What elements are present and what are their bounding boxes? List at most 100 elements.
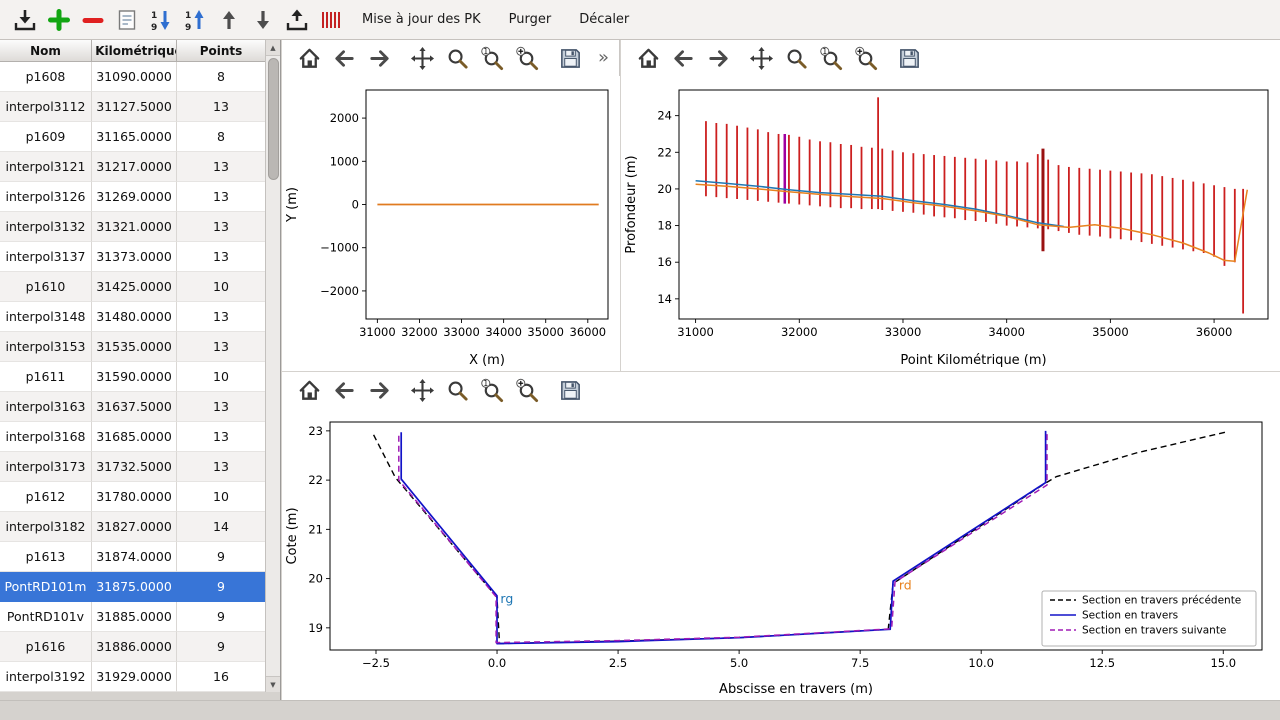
svg-text:rg: rg	[500, 591, 513, 606]
table-header: Nomt KilométriquePoints	[0, 40, 280, 62]
profile-plot-toolbar: 1	[621, 40, 1280, 76]
table-row[interactable]: p161631886.00009	[0, 632, 280, 662]
longitudinal-profile-plot[interactable]: 3100032000330003400035000360001416182022…	[621, 76, 1280, 371]
table-row[interactable]: interpol311231127.500013	[0, 92, 280, 122]
forward-icon[interactable]	[705, 45, 732, 72]
scroll-up-button[interactable]: ▲	[266, 40, 280, 56]
zoom-one-icon[interactable]: 1	[818, 45, 845, 72]
zoom-icon[interactable]	[444, 377, 471, 404]
remove-icon[interactable]	[80, 7, 106, 33]
zoom-one-icon[interactable]: 1	[479, 377, 506, 404]
toolbar-overflow-chevron[interactable]: »	[598, 49, 609, 67]
table-row[interactable]: interpol316331637.500013	[0, 392, 280, 422]
back-icon[interactable]	[670, 45, 697, 72]
cell-col-point-kilometrique: 31090.0000	[92, 62, 177, 92]
home-icon[interactable]	[635, 45, 662, 72]
column-header-col-nom[interactable]: Nom	[0, 40, 92, 62]
longitudinal-profile-panel: 1 31000320003300034000350003600014161820…	[621, 40, 1280, 371]
home-icon[interactable]	[296, 377, 323, 404]
export-icon[interactable]	[284, 7, 310, 33]
table-row[interactable]: PontRD101m31875.00009	[0, 572, 280, 602]
add-icon[interactable]	[46, 7, 72, 33]
table-row[interactable]: p161231780.000010	[0, 482, 280, 512]
cell-col-point-kilometrique: 31217.0000	[92, 152, 177, 182]
forward-icon[interactable]	[366, 377, 393, 404]
sort-descending-icon[interactable]: 19	[148, 7, 174, 33]
cell-col-point-kilometrique: 31373.0000	[92, 242, 177, 272]
cell-col-nom: interpol3173	[0, 452, 92, 482]
table-row[interactable]: p161131590.000010	[0, 362, 280, 392]
table-row[interactable]: interpol315331535.000013	[0, 332, 280, 362]
table-row[interactable]: PontRD101v31885.00009	[0, 602, 280, 632]
cell-col-point-kilometrique: 31685.0000	[92, 422, 177, 452]
svg-text:0.0: 0.0	[488, 656, 506, 670]
zoom-plus-icon[interactable]	[514, 377, 541, 404]
menu-decaler[interactable]: Décaler	[569, 8, 639, 31]
column-header-col-points[interactable]: Points	[177, 40, 266, 62]
zoom-icon[interactable]	[783, 45, 810, 72]
svg-text:5.0: 5.0	[730, 656, 748, 670]
cell-col-points: 10	[177, 362, 266, 392]
svg-text:1: 1	[185, 11, 191, 21]
table-row[interactable]: p160831090.00008	[0, 62, 280, 92]
table-row[interactable]: interpol318231827.000014	[0, 512, 280, 542]
menu-purger[interactable]: Purger	[499, 8, 562, 31]
zoom-plus-icon[interactable]	[853, 45, 880, 72]
table-row[interactable]: p161031425.000010	[0, 272, 280, 302]
svg-text:33000: 33000	[443, 325, 480, 339]
table-row[interactable]: interpol312631269.000013	[0, 182, 280, 212]
save-icon[interactable]	[557, 45, 584, 72]
svg-text:−2000: −2000	[320, 284, 359, 298]
table-row[interactable]: p160931165.00008	[0, 122, 280, 152]
svg-text:Section en travers: Section en travers	[1082, 610, 1178, 622]
sort-ascending-icon[interactable]: 19	[182, 7, 208, 33]
table-scrollbar[interactable]: ▲ ▼	[265, 40, 280, 692]
cell-col-nom: interpol3153	[0, 332, 92, 362]
cell-col-points: 13	[177, 152, 266, 182]
zoom-plus-icon[interactable]	[514, 45, 541, 72]
save-icon[interactable]	[557, 377, 584, 404]
svg-text:1: 1	[483, 379, 488, 388]
cell-col-point-kilometrique: 31480.0000	[92, 302, 177, 332]
table-row[interactable]: interpol313231321.000013	[0, 212, 280, 242]
import-icon[interactable]	[12, 7, 38, 33]
column-header-col-point-kilometrique[interactable]: t Kilométrique	[92, 40, 177, 62]
pan-icon[interactable]	[409, 377, 436, 404]
table-row[interactable]: interpol317331732.500013	[0, 452, 280, 482]
zoom-icon[interactable]	[444, 45, 471, 72]
cell-col-points: 14	[177, 512, 266, 542]
scroll-down-button[interactable]: ▼	[266, 676, 280, 692]
menu-mise-a-jour-des-pk[interactable]: Mise à jour des PK	[352, 8, 491, 31]
pan-icon[interactable]	[748, 45, 775, 72]
edit-form-icon[interactable]	[114, 7, 140, 33]
table-row[interactable]: interpol313731373.000013	[0, 242, 280, 272]
cell-col-nom: p1609	[0, 122, 92, 152]
cross-section-plot[interactable]: −2.50.02.55.07.510.012.515.01920212223Ab…	[282, 408, 1280, 700]
cell-col-points: 8	[177, 122, 266, 152]
cell-col-point-kilometrique: 31827.0000	[92, 512, 177, 542]
table-row[interactable]: interpol319231929.000016	[0, 662, 280, 692]
table-row[interactable]: p161331874.00009	[0, 542, 280, 572]
pan-icon[interactable]	[409, 45, 436, 72]
move-down-icon[interactable]	[250, 7, 276, 33]
cross-sections-icon[interactable]	[318, 7, 344, 33]
zoom-one-icon[interactable]: 1	[479, 45, 506, 72]
move-up-icon[interactable]	[216, 7, 242, 33]
svg-text:Cote (m): Cote (m)	[285, 507, 300, 564]
svg-text:Profondeur (m): Profondeur (m)	[624, 155, 639, 253]
forward-icon[interactable]	[366, 45, 393, 72]
save-icon[interactable]	[896, 45, 923, 72]
back-icon[interactable]	[331, 377, 358, 404]
cell-col-point-kilometrique: 31535.0000	[92, 332, 177, 362]
plan-view-plot[interactable]: 310003200033000340003500036000−2000−1000…	[282, 76, 620, 371]
scrollbar-thumb[interactable]	[268, 58, 279, 180]
table-row[interactable]: interpol312131217.000013	[0, 152, 280, 182]
cell-col-point-kilometrique: 31874.0000	[92, 542, 177, 572]
cell-col-points: 13	[177, 392, 266, 422]
svg-text:12.5: 12.5	[1089, 656, 1115, 670]
cell-col-point-kilometrique: 31732.5000	[92, 452, 177, 482]
home-icon[interactable]	[296, 45, 323, 72]
table-row[interactable]: interpol316831685.000013	[0, 422, 280, 452]
back-icon[interactable]	[331, 45, 358, 72]
table-row[interactable]: interpol314831480.000013	[0, 302, 280, 332]
